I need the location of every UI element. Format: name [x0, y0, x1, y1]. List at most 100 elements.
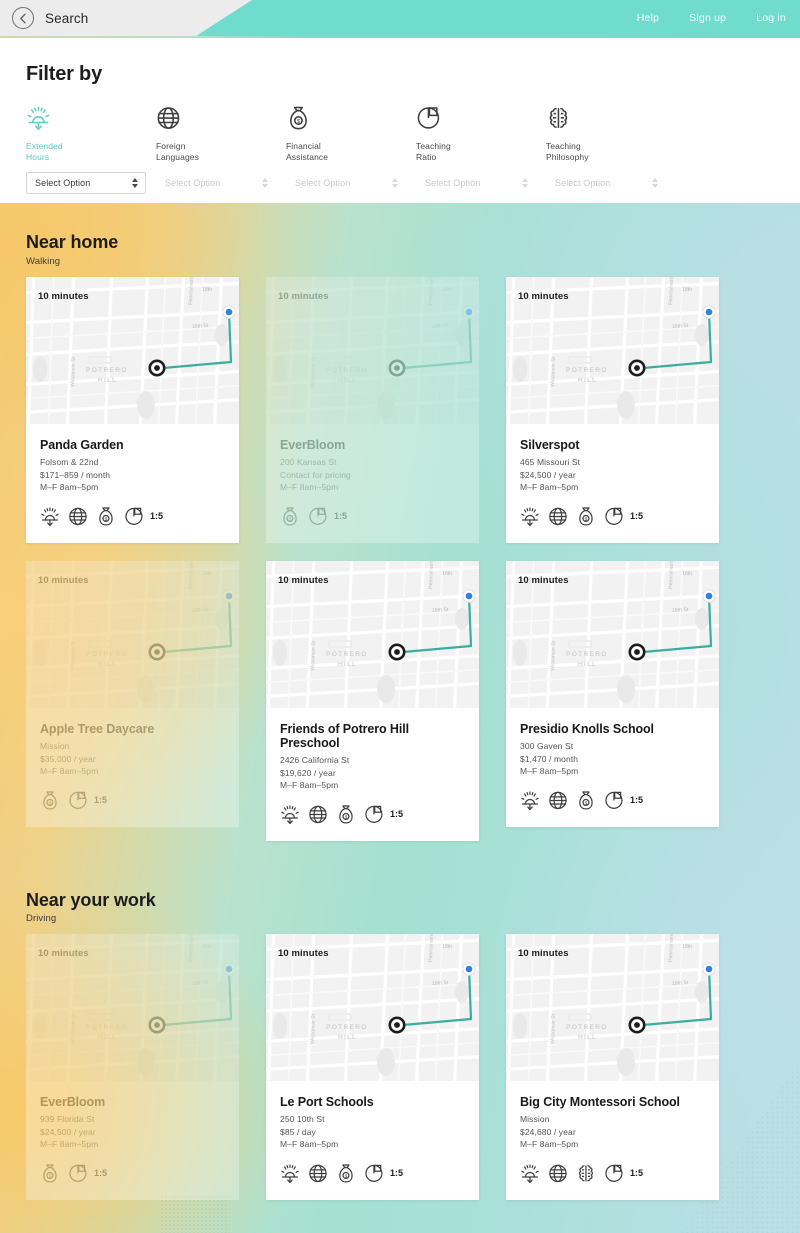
- app-header: Search Help Sign up Log in: [0, 0, 800, 36]
- travel-time-badge: 10 minutes: [518, 291, 569, 302]
- school-card[interactable]: 18th 19th St Wisconsin St Pennsylvania S…: [506, 934, 719, 1200]
- sun-extended-hours-icon: [281, 1163, 299, 1183]
- filter-label-2: Philosophy: [546, 151, 589, 162]
- filter-extended-hours[interactable]: Extended Hours Select Option: [26, 96, 156, 194]
- travel-time-badge: 10 minutes: [38, 948, 89, 959]
- school-feature-icons: $ 1:5: [40, 1163, 225, 1184]
- section-title: Near your work: [26, 890, 156, 910]
- page-root: Search Help Sign up Log in Filter by Ext…: [0, 0, 800, 1233]
- svg-text:HILL: HILL: [578, 1034, 597, 1041]
- select-stepper-icon: [652, 177, 658, 188]
- filter-bar: Filter by Extended Hours Select Option For…: [0, 37, 800, 203]
- select-stepper-icon: [262, 177, 268, 188]
- sun-extended-hours-icon-wrap: [26, 96, 156, 132]
- school-address: Mission: [520, 1114, 550, 1124]
- select-stepper-icon: [392, 177, 398, 188]
- svg-text:HILL: HILL: [338, 1034, 357, 1041]
- school-hours: M–F 8am–5pm: [520, 1139, 579, 1149]
- globe-icon-wrap: [156, 96, 286, 132]
- svg-text:Wisconsin St: Wisconsin St: [310, 1013, 317, 1044]
- teaching-ratio: 1:5: [94, 1168, 108, 1178]
- filter-select[interactable]: Select Option: [546, 172, 666, 194]
- filter-title: Filter by: [26, 62, 102, 85]
- svg-text:POTRERO: POTRERO: [566, 1024, 608, 1031]
- school-feature-icons: 1:5: [520, 1163, 705, 1184]
- card-body: EverBloom 939 Florida St $24,500 / year M–F…: [26, 1081, 239, 1200]
- header-nav: Help Sign up Log in: [637, 0, 786, 36]
- travel-time-badge: 10 minutes: [38, 291, 89, 302]
- filter-list: Extended Hours Select Option Foreign Langua…: [26, 96, 676, 194]
- globe-icon: [549, 1164, 567, 1182]
- filter-select[interactable]: Select Option: [416, 172, 536, 194]
- brain-icon: [578, 1164, 593, 1181]
- filter-select[interactable]: Select Option: [286, 172, 406, 194]
- svg-text:18th: 18th: [202, 944, 212, 950]
- card-map[interactable]: 18th 19th St Wisconsin St Pennsylvania S…: [266, 934, 479, 1081]
- filter-select[interactable]: Select Option: [156, 172, 276, 194]
- select-stepper-icon: [132, 177, 138, 188]
- pie-chart-icon: [417, 107, 440, 129]
- school-hours: M–F 8am–5pm: [40, 1139, 99, 1149]
- money-bag-icon: $: [43, 1163, 57, 1183]
- filter-label-2: Languages: [156, 151, 199, 162]
- nav-help[interactable]: Help: [637, 12, 659, 24]
- travel-time-badge: 10 minutes: [278, 948, 329, 959]
- svg-text:19th St: 19th St: [192, 980, 209, 987]
- select-stepper-icon: [522, 177, 528, 188]
- card-map[interactable]: 18th 19th St Wisconsin St Pennsylvania S…: [506, 934, 719, 1081]
- school-hours: M–F 8am–5pm: [280, 1139, 339, 1149]
- filter-select-value: Select Option: [425, 177, 481, 188]
- money-bag-icon: $: [290, 106, 307, 130]
- header-left-panel: Search: [0, 0, 252, 36]
- svg-text:Wisconsin St: Wisconsin St: [550, 1013, 557, 1044]
- filter-label: Extended: [26, 140, 63, 151]
- pie-chart-icon: [365, 1164, 383, 1182]
- svg-text:19th St: 19th St: [432, 980, 449, 987]
- school-card[interactable]: 18th 19th St Wisconsin St Pennsylvania S…: [266, 934, 479, 1200]
- travel-time-badge: 10 minutes: [518, 948, 569, 959]
- card-body: Big City Montessori School Mission $24,680…: [506, 1081, 719, 1200]
- filter-select-value: Select Option: [35, 177, 91, 188]
- svg-text:18th: 18th: [682, 944, 692, 950]
- school-card[interactable]: 18th 19th St Wisconsin St Pennsylvania S…: [26, 934, 239, 1200]
- filter-label-2: Assistance: [286, 151, 329, 162]
- school-price: $85 / day: [280, 1126, 316, 1137]
- filter-financial-assistance[interactable]: $ Financial Assistance Select Option: [286, 96, 416, 194]
- filter-teaching-ratio[interactable]: Teaching Ratio Select Option: [416, 96, 546, 194]
- globe-icon: [157, 107, 180, 130]
- svg-text:HILL: HILL: [98, 1034, 117, 1041]
- nav-signup[interactable]: Sign up: [689, 12, 726, 24]
- filter-label: Teaching: [546, 140, 581, 151]
- back-button[interactable]: [12, 7, 34, 29]
- filter-label-2: Hours: [26, 151, 50, 162]
- sun-extended-hours-icon: [27, 106, 50, 131]
- money-bag-icon: $: [339, 1163, 353, 1183]
- filter-select[interactable]: Select Option: [26, 171, 146, 194]
- filter-select-value: Select Option: [555, 177, 611, 188]
- svg-text:19th St: 19th St: [672, 980, 689, 987]
- filter-select-value: Select Option: [165, 177, 221, 188]
- search-label: Search: [45, 10, 89, 26]
- school-name: Big City Montessori School: [520, 1095, 680, 1109]
- svg-text:POTRERO: POTRERO: [86, 1024, 128, 1031]
- svg-text:Wisconsin St: Wisconsin St: [70, 1013, 77, 1044]
- pie-chart-icon: [605, 1164, 623, 1182]
- filter-label-2: Ratio: [416, 151, 437, 162]
- pie-chart-icon: [69, 1164, 87, 1182]
- filter-label: Foreign: [156, 140, 186, 151]
- nav-login[interactable]: Log in: [756, 12, 786, 24]
- card-map[interactable]: 18th 19th St Wisconsin St Pennsylvania S…: [26, 934, 239, 1081]
- travel-time-badge: 10 minutes: [278, 575, 329, 586]
- svg-text:18th: 18th: [442, 944, 452, 950]
- filter-teaching-philosophy[interactable]: Teaching Philosophy Select Option: [546, 96, 676, 194]
- sun-extended-hours-icon: [521, 1163, 539, 1183]
- teaching-ratio: 1:5: [630, 1168, 644, 1178]
- brain-icon: [549, 107, 568, 129]
- school-price: $24,500 / year: [40, 1126, 96, 1137]
- school-name: EverBloom: [40, 1095, 106, 1109]
- brain-icon-wrap: [546, 96, 676, 132]
- globe-icon: [309, 1164, 327, 1182]
- section-subtitle: Driving: [26, 913, 57, 924]
- school-price: $24,680 / year: [520, 1126, 576, 1137]
- filter-foreign-languages[interactable]: Foreign Languages Select Option: [156, 96, 286, 194]
